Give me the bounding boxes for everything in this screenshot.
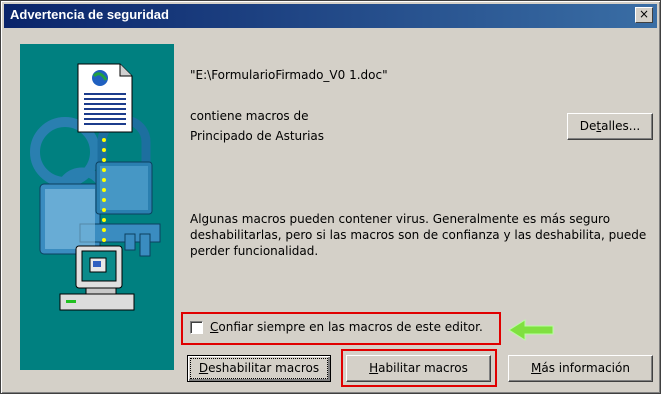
trust-label-text: onfiar siempre en las macros de este edi…: [218, 320, 483, 334]
trust-publisher-label[interactable]: Confiar siempre en las macros de este ed…: [210, 320, 483, 334]
virus-warning-text: Algunas macros pueden contener virus. Ge…: [190, 212, 647, 258]
security-illustration: [20, 44, 174, 370]
file-path: "E:\FormularioFirmado_V0 1.doc": [190, 68, 388, 82]
computer-icon: [59, 245, 135, 311]
trust-publisher-option[interactable]: Confiar siempre en las macros de este ed…: [184, 315, 498, 342]
more-info-button[interactable]: Más información: [508, 355, 653, 382]
dialog-title: Advertencia de seguridad: [10, 7, 169, 22]
close-icon: ×: [638, 7, 650, 21]
disable-label-end: eshabilitar macros: [208, 361, 320, 375]
trust-publisher-checkbox[interactable]: [190, 321, 203, 334]
enable-label-end: abilitar macros: [378, 361, 468, 375]
disable-macros-button[interactable]: Deshabilitar macros: [187, 355, 331, 382]
disable-accelerator: D: [198, 361, 209, 375]
more-info-accelerator: M: [531, 361, 542, 375]
enable-macros-button[interactable]: Habilitar macros: [346, 355, 491, 382]
details-label-end: alles...: [601, 119, 641, 133]
green-arrow-left-icon: [508, 319, 554, 341]
macros-intro-text: contiene macros de: [190, 109, 309, 123]
close-button[interactable]: ×: [635, 7, 653, 23]
details-button[interactable]: Detalles...: [567, 113, 653, 140]
security-warning-dialog: Advertencia de seguridad × "E:\Formulari…: [0, 0, 661, 394]
details-label-start: De: [579, 119, 597, 133]
more-info-label-end: ás información: [541, 361, 630, 375]
enable-accelerator: H: [369, 361, 379, 375]
document-lock-computer-icon: [30, 63, 161, 311]
publisher-name: Principado de Asturias: [190, 129, 325, 143]
title-bar[interactable]: Advertencia de seguridad ×: [4, 4, 657, 28]
document-icon: [77, 63, 133, 133]
